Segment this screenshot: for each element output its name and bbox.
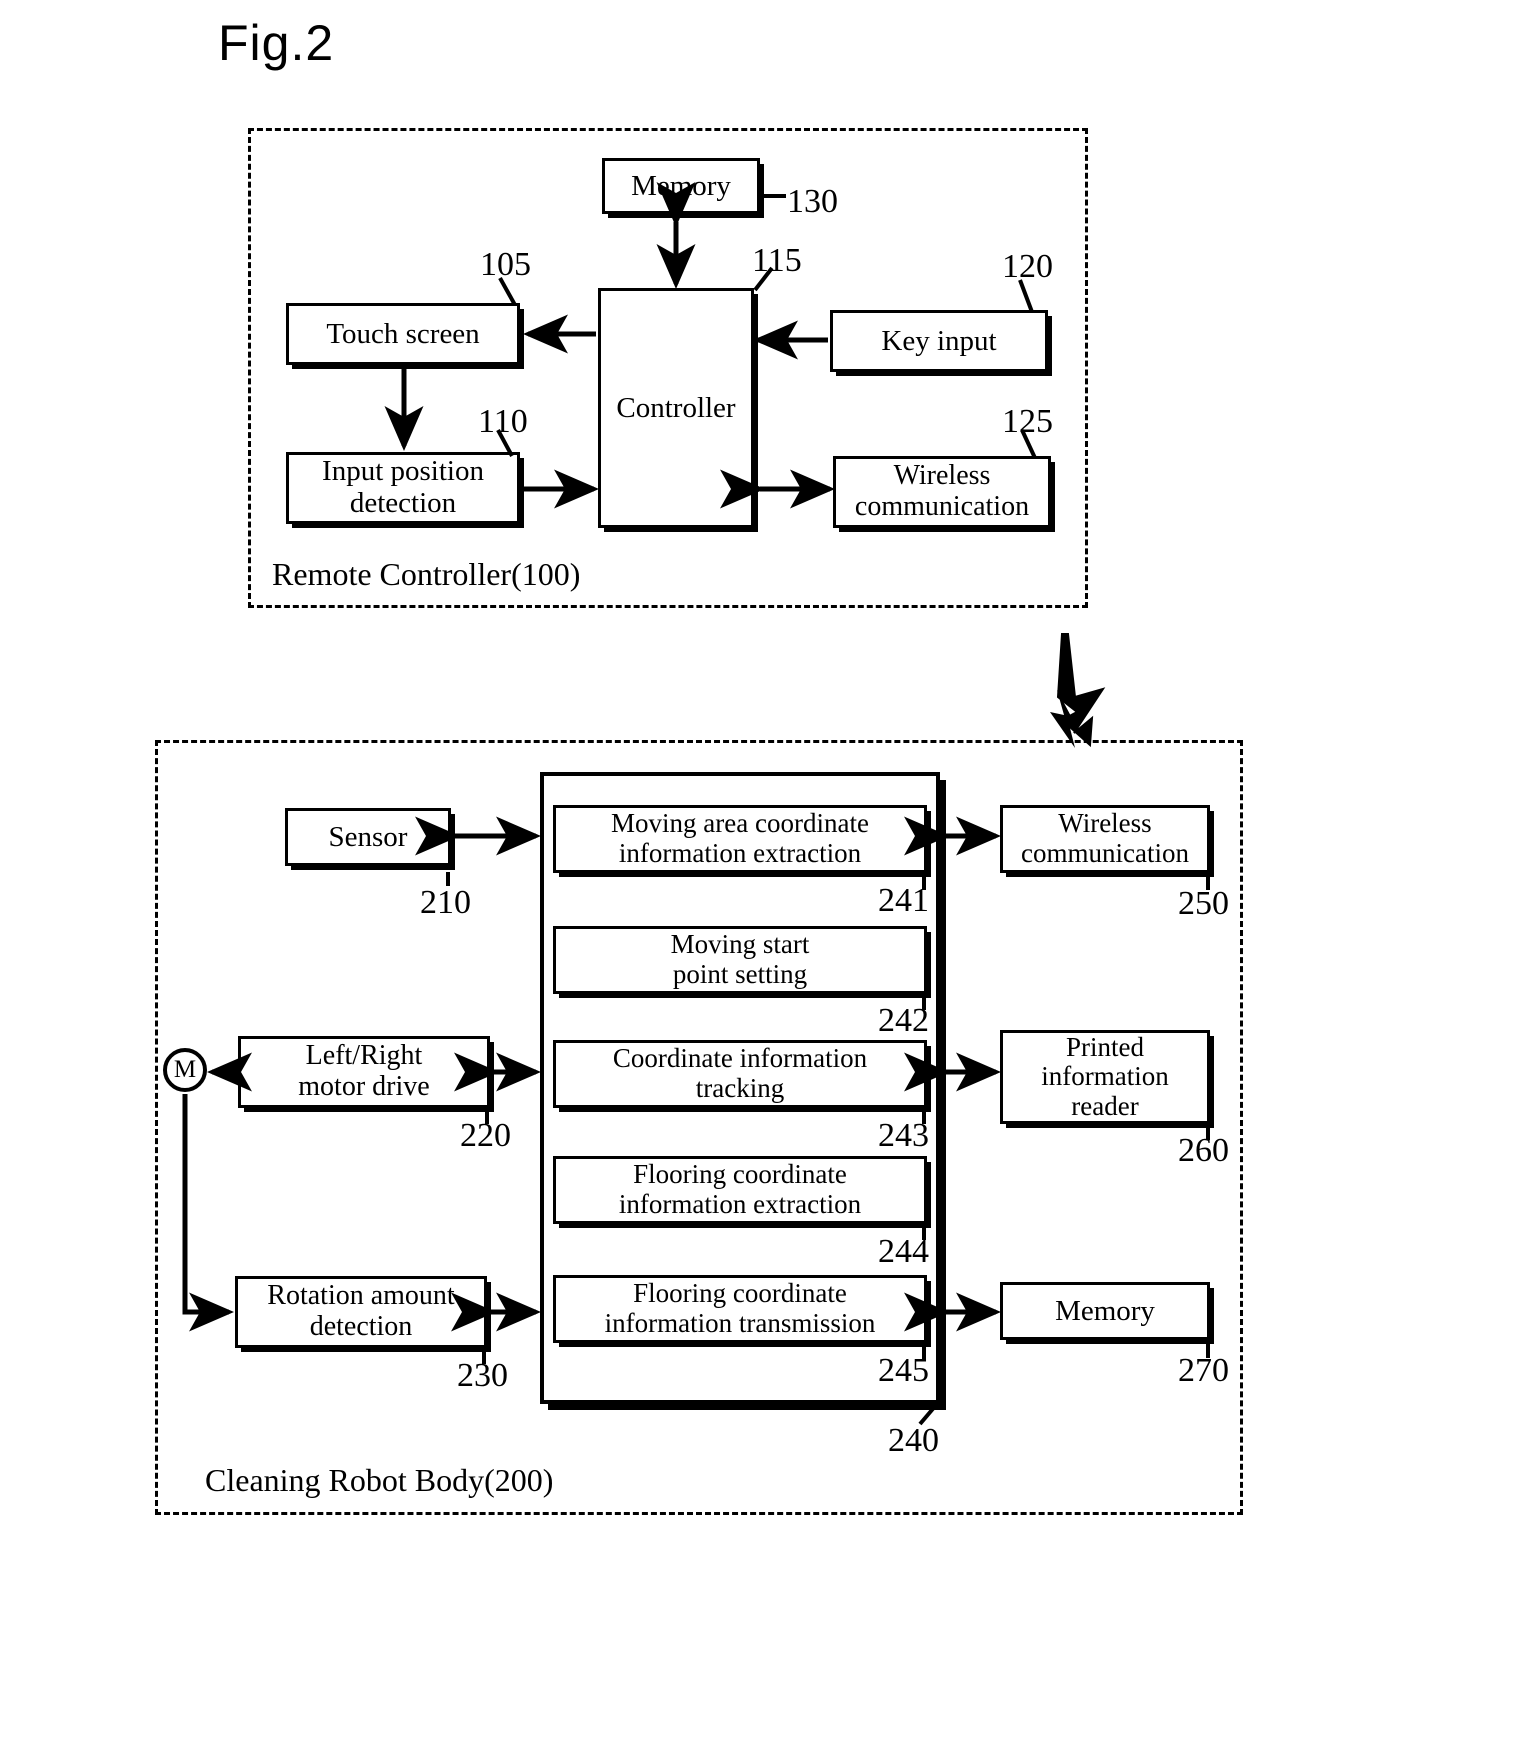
block-moving-area-coordinate-extraction-241: Moving area coordinate information extra… [553, 805, 927, 873]
block-220-label-line1: Left/Right [305, 1040, 423, 1072]
motor-symbol-label: M [173, 1056, 197, 1083]
block-260-label-line3: reader [1071, 1090, 1139, 1121]
block-241-label-line1: Moving area coordinate [611, 808, 869, 839]
block-coordinate-information-tracking-243: Coordinate information tracking [553, 1040, 927, 1108]
ref-260: 260 [1178, 1132, 1229, 1169]
block-flooring-coordinate-transmission-245: Flooring coordinate information transmis… [553, 1275, 927, 1343]
block-245-label-line2: information transmission [604, 1308, 876, 1338]
block-wireless-communication-125: Wireless communication [833, 456, 1051, 528]
block-controller-115-label: Controller [616, 391, 736, 424]
block-left-right-motor-drive-220: Left/Right motor drive [238, 1036, 490, 1108]
ref-115: 115 [752, 242, 802, 279]
motor-symbol-icon: M [163, 1048, 207, 1092]
block-input-position-detection-110-label-line2: detection [349, 487, 457, 519]
ref-250: 250 [1178, 885, 1229, 922]
ref-270: 270 [1178, 1352, 1229, 1389]
block-243-label-line1: Coordinate information [612, 1043, 868, 1074]
block-wireless-communication-250: Wireless communication [1000, 805, 1210, 873]
block-input-position-detection-110-label-line1: Input position [322, 455, 484, 488]
block-rotation-amount-detection-230: Rotation amount detection [235, 1276, 487, 1348]
block-244-label-line2: information extraction [618, 1189, 862, 1219]
ref-125: 125 [1002, 403, 1053, 440]
ref-240: 240 [888, 1422, 939, 1459]
ref-120: 120 [1002, 248, 1053, 285]
block-242-label-line1: Moving start [670, 929, 810, 960]
block-memory-130: Memory [602, 158, 760, 214]
ref-230: 230 [457, 1357, 508, 1394]
block-250-label-line1: Wireless [1058, 808, 1152, 839]
block-243-label-line2: tracking [695, 1073, 785, 1103]
ref-105: 105 [480, 246, 531, 283]
cleaning-robot-body-enclosure-label: Cleaning Robot Body(200) [205, 1462, 554, 1498]
block-wireless-communication-125-label-line1: Wireless [893, 460, 991, 492]
figure-canvas: Fig.2 Remote Controller(100) Memory 130 … [0, 0, 1536, 1762]
block-260-label-line2: information [1041, 1061, 1169, 1092]
block-key-input-120: Key input [830, 310, 1048, 372]
block-245-label-line1: Flooring coordinate [633, 1278, 847, 1309]
block-input-position-detection-110: Input position detection [286, 452, 520, 524]
block-250-label-line2: communication [1021, 838, 1189, 868]
ref-110: 110 [478, 403, 528, 440]
block-244-label-line1: Flooring coordinate [633, 1159, 847, 1190]
block-sensor-210-label: Sensor [328, 820, 408, 853]
block-controller-115: Controller [598, 288, 754, 528]
ref-244: 244 [878, 1233, 929, 1270]
block-flooring-coordinate-extraction-244: Flooring coordinate information extracti… [553, 1156, 927, 1224]
block-touch-screen-105: Touch screen [286, 303, 520, 365]
block-241-label-line2: information extraction [618, 838, 862, 868]
ref-245: 245 [878, 1352, 929, 1389]
block-242-label-line2: point setting [672, 959, 808, 989]
ref-241: 241 [878, 882, 929, 919]
block-key-input-120-label: Key input [881, 324, 997, 357]
block-memory-270-label: Memory [1055, 1294, 1155, 1327]
block-260-label-line1: Printed [1066, 1032, 1144, 1063]
ref-210: 210 [420, 884, 471, 921]
block-sensor-210: Sensor [285, 808, 451, 866]
ref-130: 130 [787, 183, 838, 220]
figure-title: Fig.2 [218, 15, 335, 71]
block-touch-screen-105-label: Touch screen [326, 317, 480, 350]
ref-243: 243 [878, 1117, 929, 1154]
block-wireless-communication-125-label-line2: communication [854, 491, 1030, 522]
block-220-label-line2: motor drive [298, 1071, 430, 1102]
ref-242: 242 [878, 1002, 929, 1039]
ref-220: 220 [460, 1117, 511, 1154]
wireless-link-bolt [1050, 633, 1106, 748]
block-memory-130-label: Memory [631, 169, 731, 202]
block-moving-start-point-setting-242: Moving start point setting [553, 926, 927, 994]
block-printed-information-reader-260: Printed information reader [1000, 1030, 1210, 1124]
block-memory-270: Memory [1000, 1282, 1210, 1340]
block-230-label-line1: Rotation amount [267, 1280, 455, 1312]
block-230-label-line2: detection [309, 1311, 413, 1342]
remote-controller-enclosure-label: Remote Controller(100) [272, 556, 581, 592]
